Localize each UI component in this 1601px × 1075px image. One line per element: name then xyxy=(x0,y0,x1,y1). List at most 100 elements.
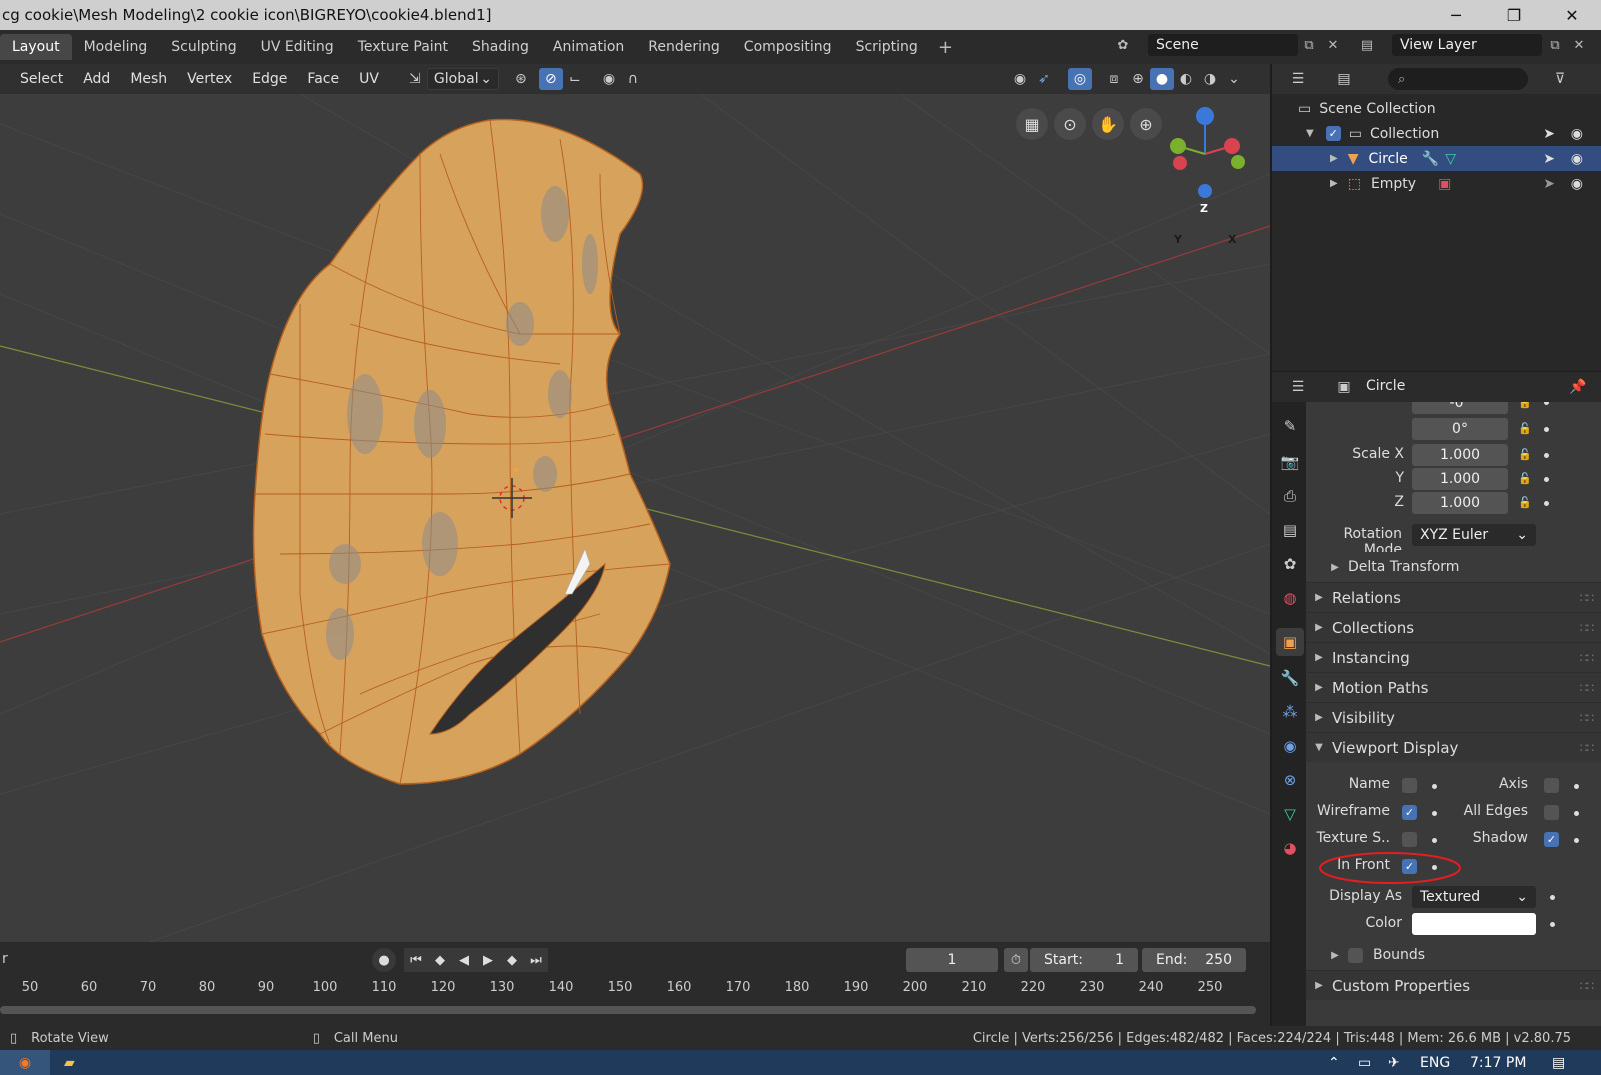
bounds-panel[interactable]: ▶ Bounds xyxy=(1306,940,1601,970)
keyframe-dot[interactable] xyxy=(1432,838,1437,843)
show-axis-checkbox[interactable] xyxy=(1544,778,1559,793)
close-button[interactable]: ✕ xyxy=(1543,0,1601,30)
scene-name-field[interactable]: Scene xyxy=(1148,34,1298,56)
color-swatch[interactable] xyxy=(1412,913,1536,935)
rotation-y-field[interactable]: -0° xyxy=(1412,402,1508,414)
delete-view-layer-icon[interactable]: ✕ xyxy=(1568,34,1590,56)
object-tab-icon[interactable]: ▣ xyxy=(1276,628,1304,656)
play-icon[interactable]: ▶ xyxy=(476,948,500,972)
new-scene-icon[interactable]: ⧉ xyxy=(1298,34,1320,56)
restore-button[interactable]: ❐ xyxy=(1485,0,1543,30)
tab-rendering[interactable]: Rendering xyxy=(636,34,732,60)
lock-icon[interactable]: 🔓 xyxy=(1518,402,1532,409)
world-tab-icon[interactable]: ◍ xyxy=(1276,584,1304,612)
timeline-scrollbar[interactable] xyxy=(0,1006,1256,1014)
editor-type-icon[interactable]: ☰ xyxy=(1286,68,1310,90)
instancing-panel[interactable]: ▶ Instancing ∷∷ xyxy=(1306,642,1601,672)
drag-grip-icon[interactable]: ∷∷ xyxy=(1580,591,1594,605)
eye-icon[interactable]: ◉ xyxy=(1571,126,1583,142)
delete-scene-icon[interactable]: ✕ xyxy=(1322,34,1344,56)
camera-view-icon[interactable]: ⊙ xyxy=(1054,108,1086,140)
falloff-icon[interactable]: ∩ xyxy=(621,68,645,90)
ortho-toggle-icon[interactable]: ▦ xyxy=(1016,108,1048,140)
tab-animation[interactable]: Animation xyxy=(541,34,636,60)
tray-chevron-icon[interactable]: ⌃ xyxy=(1328,1055,1340,1071)
minimize-button[interactable]: ─ xyxy=(1427,0,1485,30)
pin-icon[interactable]: 📌 xyxy=(1566,376,1590,398)
circle-row[interactable]: ▶ ▼ Circle 🔧 ▽ ➤ ◉ xyxy=(1272,146,1601,171)
jump-end-icon[interactable]: ⏭ xyxy=(524,948,548,972)
tab-shading[interactable]: Shading xyxy=(460,34,541,60)
menu-vertex[interactable]: Vertex xyxy=(177,71,242,87)
wireframe-shading-icon[interactable]: ⊕ xyxy=(1126,68,1150,90)
navigation-gizmo[interactable] xyxy=(1170,107,1245,198)
gizmo-toggle-icon[interactable]: ➶ xyxy=(1032,68,1056,90)
new-view-layer-icon[interactable]: ⧉ xyxy=(1544,34,1566,56)
bounds-checkbox[interactable] xyxy=(1348,947,1363,963)
visibility-panel[interactable]: ▶ Visibility ∷∷ xyxy=(1306,702,1601,732)
select-arrow-icon[interactable]: ➤ xyxy=(1543,126,1555,142)
scale-x-field[interactable]: 1.000 xyxy=(1412,444,1508,466)
collection-exclude-checkbox[interactable]: ✓ xyxy=(1325,126,1341,141)
keyframe-dot[interactable] xyxy=(1574,811,1579,816)
menu-uv[interactable]: UV xyxy=(349,71,389,87)
tab-sculpting[interactable]: Sculpting xyxy=(159,34,248,60)
lock-icon[interactable]: 🔓 xyxy=(1518,496,1532,509)
all-edges-checkbox[interactable] xyxy=(1544,805,1559,820)
zoom-icon[interactable]: ⊕ xyxy=(1130,108,1162,140)
select-arrow-icon[interactable]: ➤ xyxy=(1543,176,1555,192)
blender-taskbar-icon[interactable]: ◉ xyxy=(0,1050,50,1075)
input-language[interactable]: ENG xyxy=(1420,1055,1450,1071)
view-layer-field[interactable]: View Layer xyxy=(1392,34,1542,56)
editor-type-icon[interactable]: ☰ xyxy=(1286,376,1310,398)
lock-icon[interactable]: 🔓 xyxy=(1518,472,1532,485)
visibility-icon[interactable]: ◉ xyxy=(1008,68,1032,90)
expand-arrow-icon[interactable]: ▶ xyxy=(1330,178,1338,189)
end-frame-field[interactable]: End: 250 xyxy=(1142,948,1246,972)
rotation-mode-dropdown[interactable]: XYZ Euler ⌄ xyxy=(1412,524,1536,546)
tab-scripting[interactable]: Scripting xyxy=(844,34,930,60)
material-tab-icon[interactable]: ◕ xyxy=(1276,834,1304,862)
rendered-shading-icon[interactable]: ◑ xyxy=(1198,68,1222,90)
physics-tab-icon[interactable]: ◉ xyxy=(1276,732,1304,760)
keyframe-dot[interactable] xyxy=(1432,811,1437,816)
output-tab-icon[interactable]: ⎙ xyxy=(1276,482,1304,510)
next-keyframe-icon[interactable]: ◆ xyxy=(500,948,524,972)
battery-icon[interactable]: ▭ xyxy=(1358,1055,1371,1071)
start-frame-field[interactable]: Start: 1 xyxy=(1030,948,1138,972)
snap-icon[interactable]: ⊘ xyxy=(538,68,563,90)
material-shading-icon[interactable]: ◐ xyxy=(1174,68,1198,90)
orientation-dropdown[interactable]: Global ⌄ xyxy=(426,68,499,90)
menu-mesh[interactable]: Mesh xyxy=(120,71,177,87)
motion-paths-panel[interactable]: ▶ Motion Paths ∷∷ xyxy=(1306,672,1601,702)
snap-target-icon[interactable]: ⌙ xyxy=(563,68,587,90)
drag-grip-icon[interactable]: ∷∷ xyxy=(1580,741,1594,755)
view-layer-icon[interactable]: ▤ xyxy=(1356,34,1378,56)
constraints-tab-icon[interactable]: ⊗ xyxy=(1276,766,1304,794)
texture-space-checkbox[interactable] xyxy=(1402,832,1417,847)
view-layer-tab-icon[interactable]: ▤ xyxy=(1276,516,1304,544)
overlay-toggle-icon[interactable]: ◎ xyxy=(1068,68,1092,90)
tab-texture-paint[interactable]: Texture Paint xyxy=(346,34,460,60)
scene-tab-icon[interactable]: ✿ xyxy=(1276,550,1304,578)
rotation-z-field[interactable]: 0° xyxy=(1412,418,1508,440)
wireframe-checkbox[interactable]: ✓ xyxy=(1402,805,1417,820)
custom-properties-panel[interactable]: ▶ Custom Properties ∷∷ xyxy=(1306,970,1601,1000)
3d-viewport[interactable]: Z Y X ▦ ⊙ ✋ ⊕ xyxy=(0,94,1270,942)
lock-icon[interactable]: 🔓 xyxy=(1518,422,1532,435)
delta-transform-panel[interactable]: ▶ Delta Transform xyxy=(1306,552,1601,582)
keyframe-dot[interactable] xyxy=(1544,477,1549,482)
current-frame-field[interactable]: 1 xyxy=(906,948,998,972)
scale-y-field[interactable]: 1.000 xyxy=(1412,468,1508,490)
menu-edge[interactable]: Edge xyxy=(242,71,297,87)
filter-icon[interactable]: ⊽ xyxy=(1548,68,1572,90)
data-tab-icon[interactable]: ▽ xyxy=(1276,800,1304,828)
viewport-display-panel[interactable]: ▼ Viewport Display ∷∷ xyxy=(1306,732,1601,762)
menu-add[interactable]: Add xyxy=(73,71,120,87)
keyframe-dot[interactable] xyxy=(1574,838,1579,843)
drag-grip-icon[interactable]: ∷∷ xyxy=(1580,651,1594,665)
add-workspace-button[interactable]: + xyxy=(930,37,961,58)
show-name-checkbox[interactable] xyxy=(1402,778,1417,793)
keyframe-dot[interactable] xyxy=(1544,427,1549,432)
drag-grip-icon[interactable]: ∷∷ xyxy=(1580,681,1594,695)
